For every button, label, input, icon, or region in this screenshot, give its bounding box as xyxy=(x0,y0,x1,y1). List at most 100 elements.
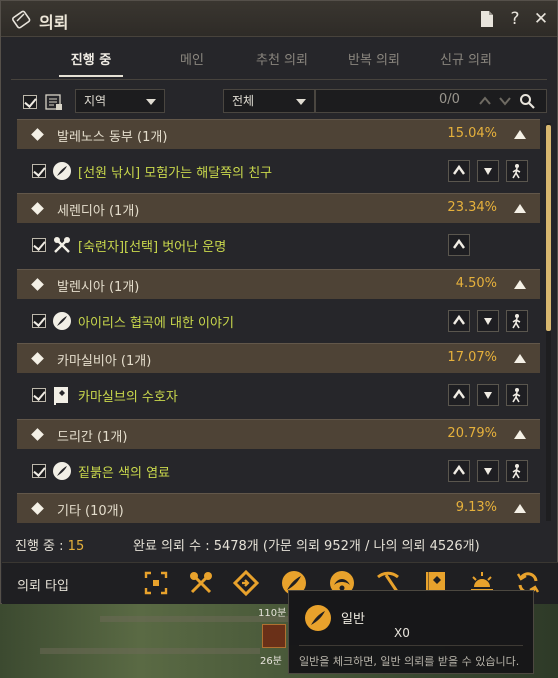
quest-row[interactable]: 짙붉은 색의 염료 xyxy=(17,454,540,488)
region-group-row[interactable]: 드리간 (1개) 20.79% xyxy=(17,419,540,449)
help-button[interactable]: ? xyxy=(505,9,525,29)
region-percent: 20.79% xyxy=(447,426,497,441)
feather-icon xyxy=(305,605,331,631)
move-up-button[interactable] xyxy=(448,310,470,332)
target-icon[interactable] xyxy=(142,569,170,597)
completed-count-text: 완료 의뢰 수 : 5478개 (가문 의뢰 952개 / 나의 의뢰 4526… xyxy=(133,539,480,554)
tooltip-title: 일반 xyxy=(341,612,365,627)
chevron-down-icon xyxy=(146,99,156,105)
diamond-icon xyxy=(31,352,44,365)
up-arrow-icon xyxy=(453,388,465,399)
select-all-checkbox[interactable] xyxy=(23,95,37,109)
window-titlebar[interactable]: 의뢰 ? ✕ xyxy=(1,1,557,37)
move-down-button[interactable] xyxy=(477,384,499,406)
quest-row[interactable]: 카마실브의 수호자 xyxy=(17,378,540,412)
move-down-button[interactable] xyxy=(477,160,499,182)
bg-timer-top: 110분 xyxy=(258,608,287,619)
walking-person-icon xyxy=(512,388,521,403)
move-up-button[interactable] xyxy=(448,160,470,182)
quest-name: [선원 낚시] 모험가는 해달쪽의 친구 xyxy=(78,166,273,181)
region-group-row[interactable]: 세렌디아 (1개) 23.34% xyxy=(17,193,540,223)
region-percent: 17.07% xyxy=(447,350,497,365)
list-filter-icon[interactable] xyxy=(45,93,63,111)
collapse-arrow-icon[interactable] xyxy=(514,354,526,363)
diamond-arrow-icon[interactable] xyxy=(232,569,260,597)
move-down-button[interactable] xyxy=(477,460,499,482)
scope-select-value: 전체 xyxy=(232,94,255,108)
quest-row[interactable]: [숙련자][선택] 벗어난 운명 xyxy=(17,228,540,262)
auto-navigate-button[interactable] xyxy=(506,384,528,406)
quest-row[interactable]: [선원 낚시] 모험가는 해달쪽의 친구 xyxy=(17,154,540,188)
auto-navigate-button[interactable] xyxy=(506,310,528,332)
up-arrow-icon xyxy=(453,464,465,475)
collapse-arrow-icon[interactable] xyxy=(514,504,526,513)
quest-checkbox[interactable] xyxy=(32,388,46,402)
up-arrow-icon xyxy=(453,314,465,325)
close-button[interactable]: ✕ xyxy=(531,9,551,29)
region-group-row[interactable]: 카마실비아 (1개) 17.07% xyxy=(17,343,540,373)
tab-in-progress[interactable]: 진행 중 xyxy=(59,45,123,77)
window-title: 의뢰 xyxy=(39,13,69,32)
tab-main[interactable]: 메인 xyxy=(167,45,217,77)
region-percent: 15.04% xyxy=(447,126,497,141)
region-group-row[interactable]: 발렌시아 (1개) 4.50% xyxy=(17,269,540,299)
feather-icon xyxy=(53,312,71,330)
tab-bar: 진행 중 메인 추천 의뢰 반복 의뢰 신규 의뢰 xyxy=(49,45,529,79)
search-icon[interactable] xyxy=(519,93,535,109)
in-progress-label: 진행 중 : xyxy=(15,539,64,554)
chevron-down-icon[interactable] xyxy=(499,95,511,107)
quest-checkbox[interactable] xyxy=(32,314,46,328)
quest-type-label: 의뢰 타입 xyxy=(17,579,69,594)
tab-new[interactable]: 신규 의뢰 xyxy=(431,45,501,77)
quest-name: 아이리스 협곡에 대한 이야기 xyxy=(78,316,234,331)
tooltip-divider xyxy=(299,645,523,646)
auto-navigate-button[interactable] xyxy=(506,160,528,182)
diamond-icon xyxy=(31,128,44,141)
up-arrow-icon xyxy=(453,164,465,175)
region-name: 기타 (10개) xyxy=(57,504,124,519)
move-up-button[interactable] xyxy=(448,460,470,482)
region-name: 카마실비아 (1개) xyxy=(57,354,152,369)
region-select-value: 지역 xyxy=(84,94,107,108)
crossed-tools-icon[interactable] xyxy=(187,569,215,597)
collapse-arrow-icon[interactable] xyxy=(514,130,526,139)
quest-list: 발레노스 동부 (1개) 15.04% [선원 낚시] 모험가는 해달쪽의 친구… xyxy=(17,119,540,523)
diamond-icon xyxy=(31,428,44,441)
region-select[interactable]: 지역 xyxy=(75,89,165,113)
document-icon[interactable] xyxy=(477,9,497,29)
quest-checkbox[interactable] xyxy=(32,464,46,478)
down-arrow-icon xyxy=(484,392,492,399)
chevron-up-icon[interactable] xyxy=(479,95,491,107)
region-name: 발레노스 동부 (1개) xyxy=(57,130,168,145)
collapse-arrow-icon[interactable] xyxy=(514,430,526,439)
region-group-row[interactable]: 기타 (10개) 9.13% xyxy=(17,493,540,523)
region-group-row[interactable]: 발레노스 동부 (1개) 15.04% xyxy=(17,119,540,149)
quest-checkbox[interactable] xyxy=(32,164,46,178)
move-down-button[interactable] xyxy=(477,310,499,332)
in-progress-count: 15 xyxy=(67,539,85,554)
up-arrow-icon xyxy=(453,238,465,249)
tab-repeat[interactable]: 반복 의뢰 xyxy=(339,45,409,77)
scrollbar-thumb[interactable] xyxy=(546,125,551,331)
walking-person-icon xyxy=(512,464,521,479)
scope-select[interactable]: 전체 xyxy=(223,89,315,113)
tab-recommended[interactable]: 추천 의뢰 xyxy=(247,45,317,77)
collapse-arrow-icon[interactable] xyxy=(514,204,526,213)
collapse-arrow-icon[interactable] xyxy=(514,280,526,289)
feather-icon xyxy=(53,462,71,480)
search-input[interactable] xyxy=(315,89,547,113)
move-up-button[interactable] xyxy=(448,384,470,406)
quest-name: [숙련자][선택] 벗어난 운명 xyxy=(78,240,227,255)
tooltip-header: 일반 xyxy=(289,591,533,645)
region-name: 발렌시아 (1개) xyxy=(57,280,140,295)
banner-icon xyxy=(54,387,68,405)
move-up-button[interactable] xyxy=(448,234,470,256)
bg-buff-icon xyxy=(262,624,286,648)
tooltip-description: 일반을 체크하면, 일반 의뢰를 받을 수 있습니다. xyxy=(299,655,520,668)
quest-name: 짙붉은 색의 염료 xyxy=(78,466,170,481)
quest-type-tooltip: 일반 일반을 체크하면, 일반 의뢰를 받을 수 있습니다. xyxy=(288,590,534,674)
quest-row[interactable]: 아이리스 협곡에 대한 이야기 xyxy=(17,304,540,338)
quest-checkbox[interactable] xyxy=(32,238,46,252)
auto-navigate-button[interactable] xyxy=(506,460,528,482)
region-percent: 4.50% xyxy=(455,276,497,291)
